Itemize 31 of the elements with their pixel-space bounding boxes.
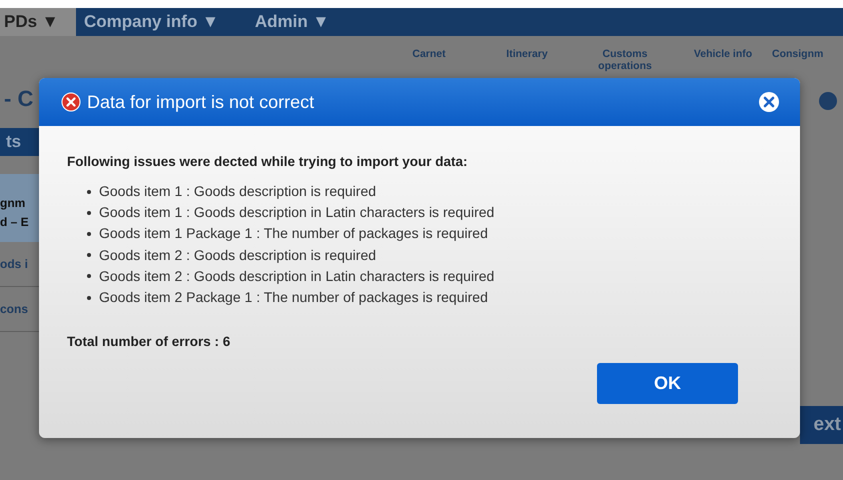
step-label[interactable]: Consignm xyxy=(772,48,824,82)
ok-button[interactable]: OK xyxy=(597,363,738,404)
bullet-icon xyxy=(87,210,91,215)
tab-button[interactable]: ts xyxy=(0,128,40,156)
issue-text: Goods item 2 : Goods description is required xyxy=(99,246,376,265)
bullet-icon xyxy=(87,274,91,278)
nav-tab[interactable]: PDs ▼ xyxy=(0,8,76,36)
consignment-panel: gnm d – E xyxy=(0,174,40,242)
issue-text: Goods item 2 Package 1 : The number of packages is required xyxy=(99,288,488,308)
error-icon xyxy=(61,92,81,112)
issue-text: Goods item 1 : Goods description in Latin characters is required xyxy=(99,203,494,222)
nav-tab[interactable]: Admin ▼ xyxy=(246,8,358,36)
bullet-icon xyxy=(87,232,91,236)
issue-text: Goods item 1 Package 1 : The number of packages is required xyxy=(99,224,488,244)
next-button[interactable]: ext xyxy=(800,406,843,444)
step-label[interactable]: Customs operations xyxy=(576,48,674,82)
step-label[interactable]: Carnet xyxy=(380,48,478,82)
bullet-icon xyxy=(87,253,91,258)
issue-text: Goods item 1 : Goods description is required xyxy=(99,182,376,201)
page-heading: - C xyxy=(3,85,34,113)
dialog-title: Data for import is not correct xyxy=(87,92,316,112)
close-icon[interactable] xyxy=(758,91,780,113)
bullet-icon xyxy=(87,190,91,194)
error-total: Total number of errors : 6 xyxy=(67,334,232,350)
step-label[interactable]: Itinerary xyxy=(478,48,576,82)
intro-text: Following issues were dected while trying to import your data: xyxy=(67,154,469,169)
step-label[interactable]: Vehicle info xyxy=(674,48,772,82)
step-dot-icon xyxy=(819,92,837,110)
nav-tab[interactable]: Company info ▼ xyxy=(76,8,247,36)
bullet-icon xyxy=(87,296,91,300)
issue-text: Goods item 2 : Goods description in Latin characters is required xyxy=(99,266,494,286)
